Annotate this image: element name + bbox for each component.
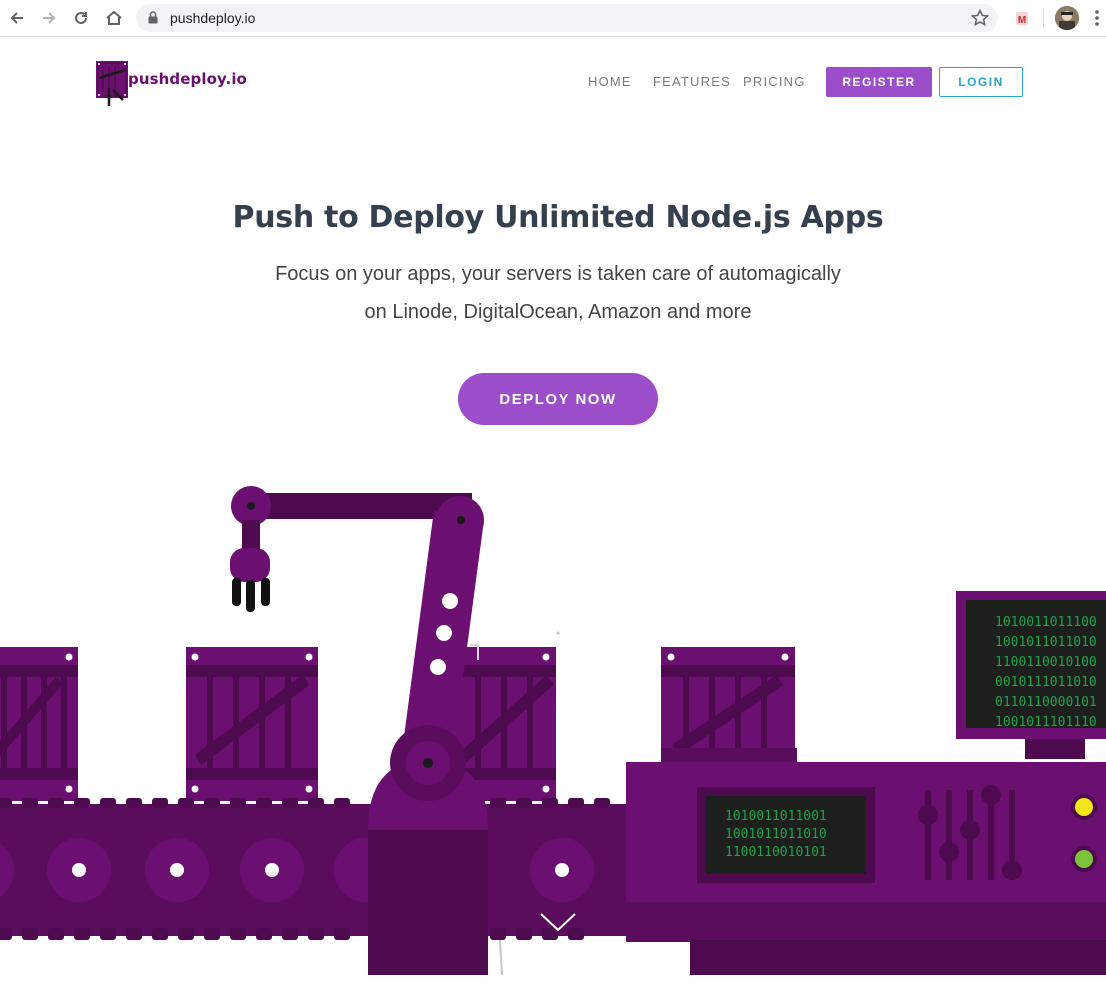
bookmark-star-icon[interactable] <box>970 8 990 33</box>
machine-binary-line: 1100110010101 <box>725 845 827 860</box>
machine-binary-line: 1001011011010 <box>725 827 827 842</box>
machine-binary-text: 1010011011001 1001011011010 1100110010101 <box>725 809 827 860</box>
hero-subtitle-line1: Focus on your apps, your servers is take… <box>275 263 841 285</box>
conveyor-belt <box>0 798 630 940</box>
address-bar[interactable]: pushdeploy.io <box>136 4 998 32</box>
extension-icon[interactable]: M <box>1011 7 1033 29</box>
monitor-binary-line: 1100110010100 <box>995 655 1097 670</box>
monitor-binary-line: 1010011011100 <box>995 615 1097 630</box>
register-button[interactable]: REGISTER <box>826 67 932 97</box>
home-icon[interactable] <box>103 7 125 29</box>
crate-4 <box>661 647 797 767</box>
browser-menu-icon[interactable] <box>1092 8 1102 28</box>
deploy-now-button[interactable]: DEPLOY NOW <box>458 373 658 425</box>
svg-text:M: M <box>1018 15 1026 26</box>
monitor-binary-line: 1001011011010 <box>995 635 1097 650</box>
back-icon[interactable] <box>6 7 28 29</box>
monitor-binary-line: 0110110000101 <box>995 695 1097 710</box>
profile-avatar[interactable] <box>1055 6 1079 30</box>
site-logo-text[interactable]: pushdeploy.io <box>128 70 247 88</box>
nav-pricing[interactable]: PRICING <box>743 74 806 89</box>
monitor-binary-line: 1001011101110 <box>995 715 1097 730</box>
crate-1 <box>0 647 78 801</box>
conveyor-illustration: 1010011011100 1001011011010 1100110010100 0… <box>0 486 1106 975</box>
monitor-binary-line: 0010111011010 <box>995 675 1097 690</box>
login-button[interactable]: LOGIN <box>939 67 1023 97</box>
deploy-machine <box>606 762 1106 975</box>
hero-title: Push to Deploy Unlimited Node.js Apps <box>232 200 884 235</box>
hero-subtitle-line2: on Linode, DigitalOcean, Amazon and more <box>364 301 752 323</box>
url-text: pushdeploy.io <box>170 10 256 26</box>
toolbar-divider <box>1043 9 1044 27</box>
scroll-down-chevron-icon[interactable] <box>540 912 576 932</box>
machine-binary-line: 1010011011001 <box>725 809 827 824</box>
nav-home[interactable]: HOME <box>588 74 632 89</box>
browser-toolbar: pushdeploy.io M <box>0 0 1106 37</box>
nav-features[interactable]: FEATURES <box>653 74 731 89</box>
reload-icon[interactable] <box>70 7 92 29</box>
crate-2 <box>186 647 318 801</box>
lock-icon <box>148 11 158 29</box>
forward-icon[interactable] <box>38 7 60 29</box>
